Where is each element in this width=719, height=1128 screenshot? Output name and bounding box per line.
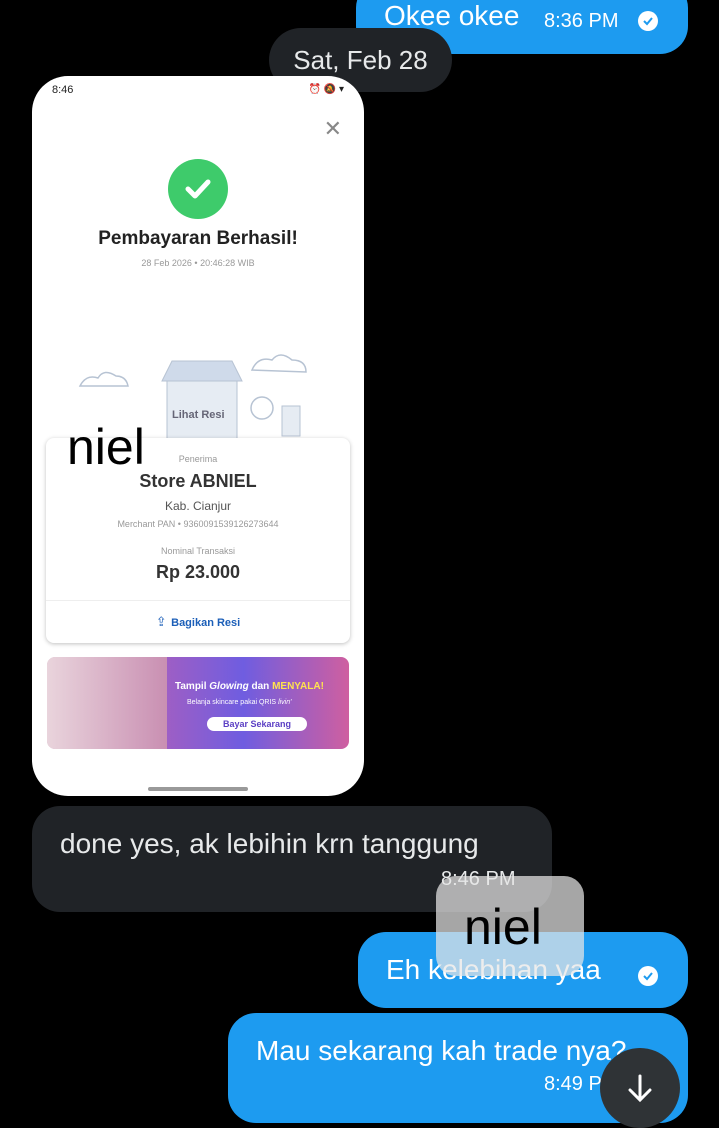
read-check-icon (638, 11, 658, 31)
sticker-translucent: niel (436, 876, 584, 976)
payment-success-title: Pembayaran Berhasil! (98, 228, 298, 249)
status-bar-icons: ⏰ 🔕 ▾ (308, 84, 344, 95)
sticker-text-niel: niel (67, 419, 145, 475)
view-receipt-label[interactable]: Lihat Resi (172, 409, 225, 421)
transaction-amount: Rp 23.000 (155, 562, 241, 582)
banner-title: Tampil Glowing dan MENYALA! (175, 681, 324, 692)
message-text: done yes, ak lebihin krn tanggung (60, 828, 479, 859)
share-icon: ⇪ (155, 614, 167, 629)
store-city: Kab. Cianjur (164, 499, 232, 513)
read-check-icon (638, 966, 658, 986)
success-check-icon (168, 159, 228, 219)
message-time: 8:36 PM (544, 10, 619, 32)
share-receipt-button[interactable]: ⇪ Bagikan Resi (46, 613, 350, 631)
share-receipt-label: Bagikan Resi (171, 617, 241, 629)
close-icon: ✕ (323, 116, 342, 141)
arrow-down-icon (628, 1074, 652, 1103)
scroll-to-bottom-button[interactable] (600, 1048, 680, 1128)
pay-now-button[interactable]: Bayar Sekarang (207, 717, 307, 731)
promo-banner[interactable]: Tampil Glowing dan MENYALA! Belanja skin… (47, 657, 349, 749)
banner-subtitle: Belanja skincare pakai QRIS livin' (187, 699, 292, 706)
home-indicator (148, 787, 248, 791)
status-bar-time: 8:46 (52, 84, 74, 96)
merchant-pan: Merchant PAN • 9360091539126273644 (117, 519, 279, 529)
payment-datetime: 28 Feb 2026 • 20:46:28 WIB (141, 258, 255, 268)
amount-label: Nominal Transaksi (160, 546, 236, 556)
banner-photo (47, 657, 167, 749)
message-text: Mau sekarang kah trade nya? (256, 1035, 627, 1066)
sticker-text-niel: niel (464, 899, 542, 955)
